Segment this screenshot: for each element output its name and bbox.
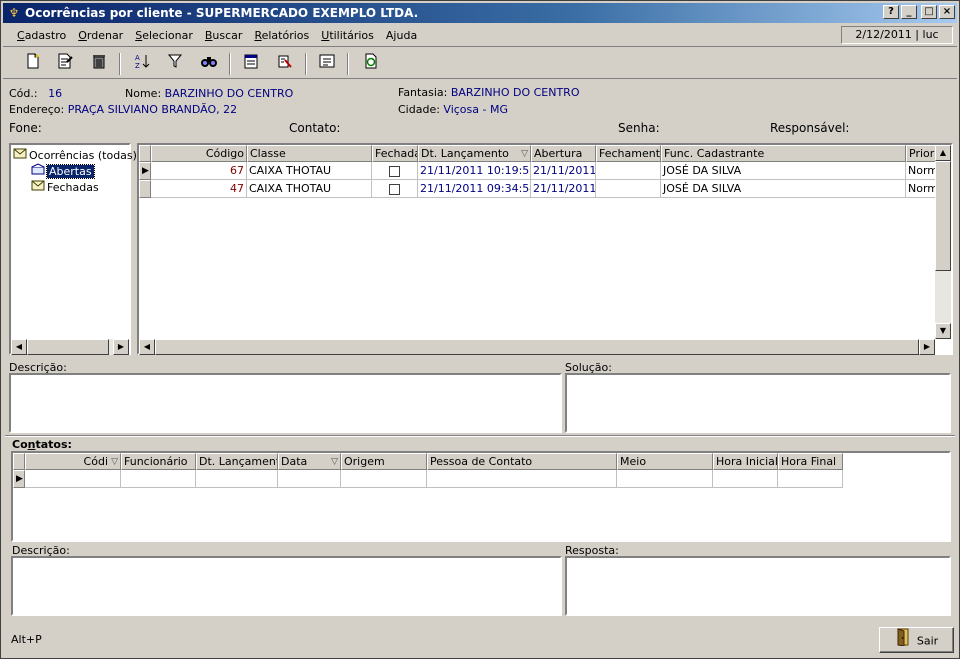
menu-item-6[interactable]: Ajuda bbox=[380, 29, 423, 43]
closed-mail-icon bbox=[31, 179, 47, 195]
col-classe[interactable]: Classe bbox=[247, 145, 372, 162]
col-fechada[interactable]: Fechada bbox=[372, 145, 418, 162]
occurrences-grid: Código Classe Fechada Dt. Lançamento ▽ Ab… bbox=[137, 143, 953, 355]
row-indicator-icon: ▶ bbox=[139, 162, 151, 180]
scroll-right-icon[interactable]: ▶ bbox=[919, 339, 935, 355]
mail-envelope-icon bbox=[13, 147, 29, 163]
main-window: ♆ Ocorrências por cliente - SUPERMERCADO… bbox=[0, 0, 960, 659]
col-hora-final[interactable]: Hora Final bbox=[778, 453, 843, 470]
menu-item-5[interactable]: Utilitários bbox=[315, 29, 380, 43]
edit-record-icon[interactable] bbox=[53, 53, 77, 75]
col-hora-inicial[interactable]: Hora Inicial bbox=[713, 453, 778, 470]
client-address: Endereço: PRAÇA SILVIANO BRANDÃO, 22 bbox=[9, 103, 238, 116]
col-pessoa-contato[interactable]: Pessoa de Contato bbox=[427, 453, 617, 470]
row-indicator-icon: ▶ bbox=[13, 470, 25, 488]
form-icon[interactable] bbox=[315, 53, 339, 75]
contact-label: Contato: bbox=[289, 121, 341, 135]
grid-hscrollbar[interactable]: ◀ ▶ bbox=[139, 339, 935, 355]
scroll-left-icon[interactable]: ◀ bbox=[11, 339, 27, 355]
occurrence-tree: Ocorrências (todas) Abertas Fechadas ◀ ▶ bbox=[9, 143, 137, 355]
open-mail-icon bbox=[31, 163, 47, 179]
col-dt-lancamento[interactable]: Dt. Lançamento bbox=[196, 453, 278, 470]
tree-item-all[interactable]: Ocorrências (todas) bbox=[13, 147, 137, 163]
sort-filter-icon: ▽ bbox=[521, 149, 528, 159]
contatos-header: Códi▽ Funcionário Dt. Lançamento Data▽ O… bbox=[13, 453, 843, 470]
status-hint: Alt+P bbox=[11, 633, 42, 646]
fechada-checkbox[interactable] bbox=[389, 165, 400, 177]
col-dt-lancamento[interactable]: Dt. Lançamento ▽ bbox=[418, 145, 531, 162]
scroll-up-icon[interactable]: ▲ bbox=[935, 145, 951, 161]
col-codigo[interactable]: Códi ▽ bbox=[25, 453, 121, 470]
col-origem[interactable]: Origem bbox=[341, 453, 427, 470]
maximize-button[interactable]: □ bbox=[921, 5, 937, 19]
col-meio[interactable]: Meio bbox=[617, 453, 713, 470]
sort-filter-icon: ▽ bbox=[111, 457, 118, 467]
table-row[interactable]: 47 CAIXA THOTAU 21/11/2011 09:34:54 21/1… bbox=[139, 180, 939, 198]
col-func-cadastrante[interactable]: Func. Cadastrante bbox=[661, 145, 906, 162]
client-fantasia: Fantasia: BARZINHO DO CENTRO bbox=[398, 86, 580, 99]
find-icon[interactable] bbox=[197, 53, 221, 75]
close-button[interactable]: × bbox=[939, 5, 955, 19]
report-icon[interactable] bbox=[239, 53, 263, 75]
scroll-left-icon[interactable]: ◀ bbox=[139, 339, 155, 355]
menu-item-0[interactable]: Cadastro bbox=[11, 29, 72, 43]
descricao-textarea[interactable] bbox=[9, 373, 562, 433]
client-code: Cód.: 16 bbox=[9, 87, 63, 100]
table-row[interactable]: ▶ 67 CAIXA THOTAU 21/11/2011 10:19:58 21… bbox=[139, 162, 939, 180]
minimize-button[interactable]: _ bbox=[901, 5, 917, 19]
col-abertura[interactable]: Abertura bbox=[531, 145, 596, 162]
client-city: Cidade: Viçosa - MG bbox=[398, 103, 508, 116]
toolbar: AZ bbox=[3, 49, 957, 79]
help-button[interactable]: ? bbox=[883, 5, 899, 19]
col-fechamento[interactable]: Fechamento bbox=[596, 145, 661, 162]
menu-item-1[interactable]: Ordenar bbox=[72, 29, 129, 43]
tools-icon[interactable] bbox=[273, 53, 297, 75]
delete-icon[interactable] bbox=[87, 53, 111, 75]
contatos-grid: Códi▽ Funcionário Dt. Lançamento Data▽ O… bbox=[11, 451, 951, 542]
responsible-label: Responsável: bbox=[770, 121, 850, 135]
col-funcionario[interactable]: Funcionário bbox=[121, 453, 196, 470]
svg-text:Z: Z bbox=[135, 62, 140, 69]
occurrences-header: Código Classe Fechada Dt. Lançamento ▽ Ab… bbox=[139, 145, 939, 162]
app-icon: ♆ bbox=[8, 6, 20, 20]
resposta-textarea[interactable] bbox=[565, 556, 951, 616]
sort-filter-icon: ▽ bbox=[331, 457, 338, 467]
sair-button[interactable]: Sair bbox=[879, 627, 954, 653]
col-data[interactable]: Data ▽ bbox=[278, 453, 341, 470]
svg-text:A: A bbox=[135, 54, 140, 62]
menu-item-3[interactable]: Buscar bbox=[199, 29, 249, 43]
sort-az-icon[interactable]: AZ bbox=[131, 53, 155, 75]
date-user-field: 2/12/2011 | luc bbox=[841, 26, 953, 44]
descricao2-textarea[interactable] bbox=[11, 556, 562, 616]
fechada-checkbox[interactable] bbox=[389, 183, 400, 195]
scroll-down-icon[interactable]: ▼ bbox=[935, 323, 951, 339]
window-title: Ocorrências por cliente - SUPERMERCADO E… bbox=[25, 6, 419, 20]
exit-door-icon bbox=[895, 628, 911, 655]
contatos-label: Contatos: bbox=[12, 438, 72, 451]
tree-item-abertas[interactable]: Abertas bbox=[31, 163, 95, 179]
refresh-icon[interactable] bbox=[359, 53, 383, 75]
new-record-icon[interactable] bbox=[21, 53, 45, 75]
grid-vscrollbar[interactable]: ▲ ▼ bbox=[935, 145, 951, 339]
client-name: Nome: BARZINHO DO CENTRO bbox=[125, 87, 294, 100]
menu-item-2[interactable]: Selecionar bbox=[129, 29, 199, 43]
col-codigo[interactable]: Código bbox=[151, 145, 247, 162]
table-row[interactable]: ▶ bbox=[13, 470, 843, 488]
tree-item-fechadas[interactable]: Fechadas bbox=[31, 179, 99, 195]
title-bar: ♆ Ocorrências por cliente - SUPERMERCADO… bbox=[3, 3, 957, 23]
phone-label: Fone: bbox=[9, 121, 42, 135]
menu-item-4[interactable]: Relatórios bbox=[248, 29, 315, 43]
solucao-textarea[interactable] bbox=[565, 373, 951, 433]
filter-icon[interactable] bbox=[163, 53, 187, 75]
scroll-right-icon[interactable]: ▶ bbox=[113, 339, 129, 355]
menu-bar: Cadastro Ordenar Selecionar Buscar Relatório… bbox=[3, 25, 957, 47]
tree-hscrollbar[interactable]: ◀ ▶ bbox=[11, 339, 129, 355]
password-label: Senha: bbox=[618, 121, 660, 135]
